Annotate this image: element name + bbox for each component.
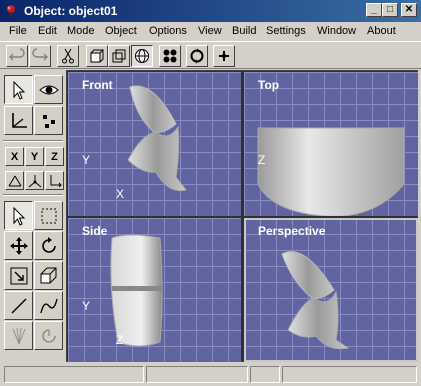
axis-mode-b[interactable] bbox=[25, 171, 44, 190]
points-button[interactable] bbox=[159, 45, 181, 67]
window-title: Object: object01 bbox=[24, 4, 118, 18]
menu-edit[interactable]: Edit bbox=[38, 25, 57, 37]
line-icon bbox=[11, 298, 26, 313]
undo-icon bbox=[9, 48, 25, 61]
maximize-button[interactable]: □ bbox=[382, 3, 398, 17]
menu-settings[interactable]: Settings bbox=[266, 25, 306, 37]
menu-view[interactable]: View bbox=[198, 25, 222, 37]
status-pane-right bbox=[282, 366, 417, 383]
marquee-select-tool[interactable] bbox=[34, 201, 63, 230]
axis-icon bbox=[11, 112, 27, 128]
object-front-view bbox=[127, 85, 187, 192]
panel-divider bbox=[3, 140, 63, 142]
lathe-icon bbox=[41, 328, 56, 343]
side-axis-v: Y bbox=[82, 299, 91, 313]
redo-icon bbox=[32, 48, 48, 61]
eye-icon bbox=[38, 85, 59, 94]
tool-panel: X Y Z bbox=[0, 70, 66, 362]
menu-options[interactable]: Options bbox=[149, 25, 187, 37]
rotate-view-icon bbox=[190, 48, 204, 64]
rotate-view-button[interactable] bbox=[186, 45, 208, 67]
perspective-viewport[interactable]: Perspective bbox=[244, 218, 418, 362]
fan-icon bbox=[12, 327, 25, 344]
menu-bar: File Edit Mode Object Options View Build… bbox=[0, 22, 421, 41]
redo-button[interactable] bbox=[29, 45, 51, 67]
add-point-button[interactable] bbox=[213, 45, 235, 67]
select-tool[interactable] bbox=[4, 201, 33, 230]
object-top-view bbox=[257, 127, 405, 216]
marquee-icon bbox=[41, 208, 56, 223]
pointer-icon bbox=[13, 206, 25, 226]
line-tool[interactable] bbox=[4, 291, 33, 320]
solid-box-icon bbox=[90, 49, 104, 63]
cut-button[interactable] bbox=[57, 45, 79, 67]
rotate-icon bbox=[41, 236, 56, 253]
sphere-render-button[interactable] bbox=[131, 45, 153, 67]
perspective-viewport-label: Perspective bbox=[258, 224, 326, 238]
menu-window[interactable]: Window bbox=[317, 25, 356, 37]
front-axis-v: Y bbox=[82, 153, 91, 167]
status-bar bbox=[0, 362, 421, 386]
move-tool[interactable] bbox=[4, 231, 33, 260]
axis-triad-icon bbox=[8, 175, 21, 186]
eye-view-tool[interactable] bbox=[34, 75, 63, 104]
app-icon bbox=[7, 5, 15, 17]
add-point-icon bbox=[219, 51, 229, 61]
curve-icon bbox=[39, 298, 58, 313]
dots-icon bbox=[42, 114, 55, 128]
sphere-render-icon bbox=[135, 49, 149, 63]
corner-axis-icon bbox=[50, 174, 62, 187]
panel-divider bbox=[3, 194, 63, 196]
title-bar: Object: object01 _ □ ✕ bbox=[0, 0, 421, 22]
curve-tool[interactable] bbox=[34, 291, 63, 320]
axis-mode-c[interactable] bbox=[45, 171, 64, 190]
lathe-tool[interactable] bbox=[34, 321, 63, 350]
side-axis-h: Z bbox=[116, 333, 124, 347]
move-icon bbox=[9, 236, 28, 255]
front-viewport[interactable]: Front Y X bbox=[68, 72, 241, 216]
viewport-area: Front Y X Top Z Side Y Z Perspective bbox=[66, 70, 418, 362]
fan-tool[interactable] bbox=[4, 321, 33, 350]
status-pane-mid bbox=[146, 366, 248, 383]
axis-tool[interactable] bbox=[4, 106, 33, 135]
points-icon bbox=[163, 49, 177, 63]
extrude-box-icon bbox=[40, 267, 56, 283]
menu-mode[interactable]: Mode bbox=[67, 25, 95, 37]
menu-file[interactable]: File bbox=[9, 25, 27, 37]
close-button[interactable]: ✕ bbox=[401, 3, 417, 17]
side-viewport[interactable]: Side Y Z bbox=[68, 218, 241, 362]
z-axis-toggle[interactable]: Z bbox=[45, 147, 64, 166]
undo-button[interactable] bbox=[6, 45, 28, 67]
solid-box-button[interactable] bbox=[86, 45, 108, 67]
y-axis-toggle[interactable]: Y bbox=[25, 147, 44, 166]
minimize-button[interactable]: _ bbox=[366, 3, 382, 17]
extrude-tool[interactable] bbox=[34, 261, 63, 290]
object-side-view bbox=[110, 234, 163, 347]
toolbar bbox=[0, 41, 421, 69]
axis-triad-alt-icon bbox=[28, 174, 41, 187]
top-viewport[interactable]: Top Z bbox=[244, 72, 418, 216]
top-axis-v: Z bbox=[258, 153, 266, 167]
points-select-tool[interactable] bbox=[34, 106, 63, 135]
scale-icon bbox=[10, 267, 27, 284]
wireframe-box-button[interactable] bbox=[108, 45, 130, 67]
scale-tool[interactable] bbox=[4, 261, 33, 290]
select-view-tool[interactable] bbox=[4, 75, 33, 104]
wireframe-box-icon bbox=[112, 49, 126, 63]
top-viewport-label: Top bbox=[258, 78, 280, 92]
side-viewport-label: Side bbox=[82, 224, 108, 238]
front-viewport-label: Front bbox=[82, 78, 113, 92]
pointer-icon bbox=[13, 80, 25, 100]
menu-build[interactable]: Build bbox=[232, 25, 256, 37]
status-pane-main bbox=[4, 366, 144, 383]
status-pane-small bbox=[250, 366, 280, 383]
menu-object[interactable]: Object bbox=[105, 25, 137, 37]
rotate-tool[interactable] bbox=[34, 231, 63, 260]
axis-mode-a[interactable] bbox=[5, 171, 24, 190]
menu-about[interactable]: About bbox=[367, 25, 396, 37]
x-axis-toggle[interactable]: X bbox=[5, 147, 24, 166]
object-perspective-view bbox=[281, 251, 350, 350]
cut-icon bbox=[62, 48, 74, 64]
front-axis-h: X bbox=[116, 187, 125, 201]
